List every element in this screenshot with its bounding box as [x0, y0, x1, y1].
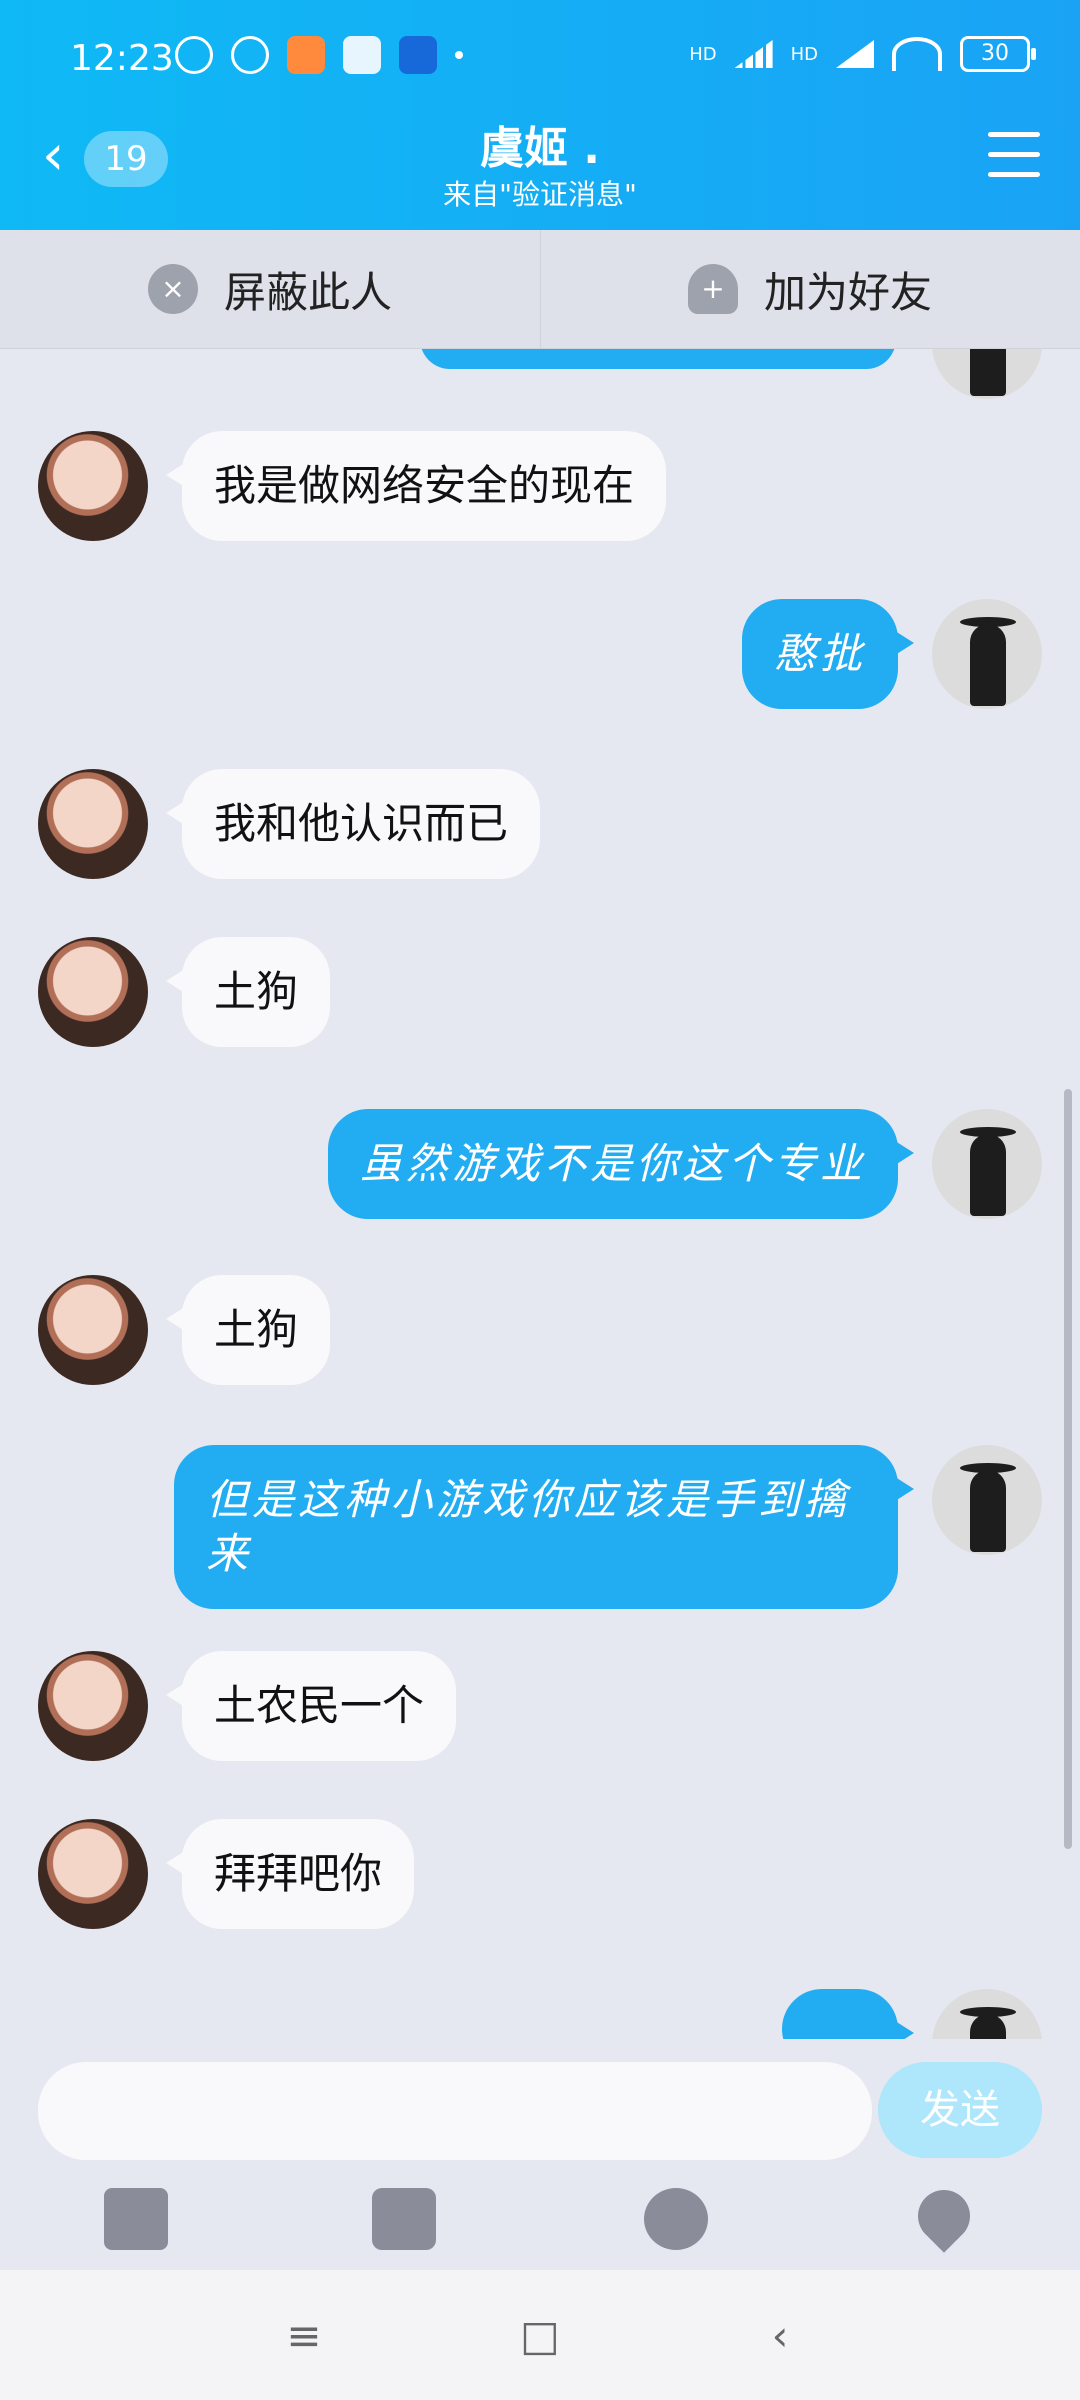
my-avatar[interactable] — [932, 1109, 1042, 1219]
wifi-icon — [892, 37, 942, 71]
mute-icon — [175, 36, 213, 74]
my-avatar[interactable] — [932, 599, 1042, 709]
message-bubble[interactable]: 我是做网络安全的现在 — [165, 431, 667, 541]
my-avatar[interactable] — [932, 1989, 1042, 2039]
nav-back-icon[interactable]: ‹ — [740, 2300, 820, 2370]
block-icon: × — [147, 264, 198, 314]
block-user-button[interactable]: × 屏蔽此人 — [0, 230, 541, 348]
input-bar: 发送 — [0, 2040, 1080, 2270]
signal-icon — [734, 40, 773, 68]
app-icon — [399, 36, 437, 74]
recent-apps-icon[interactable]: ≡ — [264, 2300, 344, 2370]
my-avatar[interactable] — [932, 1445, 1042, 1555]
contact-avatar[interactable] — [38, 431, 148, 541]
system-nav-bar: ≡ □ ‹ — [0, 2270, 1080, 2400]
message-bubble[interactable]: 拜拜吧你 — [165, 1819, 415, 1929]
hd-label-1: HD — [689, 43, 717, 65]
status-left-icons — [175, 36, 463, 74]
my-avatar[interactable] — [932, 349, 1042, 399]
add-user-icon: + — [687, 264, 738, 314]
partial-message-bubble[interactable] — [782, 1989, 914, 2039]
chat-subtitle: 来自"验证消息" — [443, 178, 637, 211]
contact-avatar[interactable] — [38, 769, 148, 879]
message-bubble[interactable]: 虽然游戏不是你这个专业 — [327, 1109, 915, 1219]
menu-icon[interactable] — [988, 132, 1040, 178]
signal-icon-2 — [836, 40, 874, 68]
message-bubble[interactable]: 土狗 — [165, 1275, 331, 1385]
contact-avatar[interactable] — [38, 1275, 148, 1385]
contact-avatar[interactable] — [38, 1819, 148, 1929]
previous-message-bubble — [420, 349, 896, 369]
alarm-icon — [231, 36, 269, 74]
contact-avatar[interactable] — [38, 937, 148, 1047]
contact-avatar[interactable] — [38, 1651, 148, 1761]
message-bubble[interactable]: 憨批 — [741, 599, 915, 709]
hd-label-2: HD — [790, 43, 818, 65]
message-bubble[interactable]: 土狗 — [165, 937, 331, 1047]
block-user-label: 屏蔽此人 — [223, 267, 392, 317]
chat-title: 虞姬 . — [479, 123, 601, 174]
camera-icon[interactable] — [372, 2188, 436, 2250]
send-button[interactable]: 发送 — [878, 2062, 1042, 2158]
message-bubble[interactable]: 但是这种小游戏你应该是手到擒来 — [174, 1445, 914, 1609]
scrollbar[interactable] — [1064, 1089, 1072, 1849]
chat-header: 12:23 HD HD 30 ‹ 19 虞姬 . 来自"验证消息" — [0, 0, 1080, 230]
add-friend-button[interactable]: + 加为好友 — [540, 230, 1080, 348]
message-input[interactable] — [38, 2062, 872, 2160]
image-icon[interactable] — [104, 2188, 168, 2250]
qq-mail-icon — [343, 36, 381, 74]
home-icon[interactable]: □ — [500, 2300, 580, 2370]
status-time: 12:23 — [70, 38, 174, 79]
location-icon[interactable] — [907, 2179, 981, 2253]
status-bar: 12:23 HD HD 30 — [0, 30, 1080, 86]
status-right-icons: HD HD 30 — [689, 36, 1036, 72]
action-bar: × 屏蔽此人 + 加为好友 — [0, 230, 1080, 349]
emoji-icon[interactable] — [644, 2188, 708, 2250]
dot-icon — [455, 51, 463, 59]
add-friend-label: 加为好友 — [763, 267, 932, 317]
message-bubble[interactable]: 土农民一个 — [165, 1651, 457, 1761]
battery-indicator: 30 — [960, 36, 1036, 72]
message-bubble[interactable]: 我和他认识而已 — [165, 769, 541, 879]
taobao-icon — [287, 36, 325, 74]
message-list[interactable]: 我是做网络安全的现在 憨批 我和他认识而已 土狗 虽然游戏不是你这个专业 土狗 … — [0, 349, 1080, 2039]
